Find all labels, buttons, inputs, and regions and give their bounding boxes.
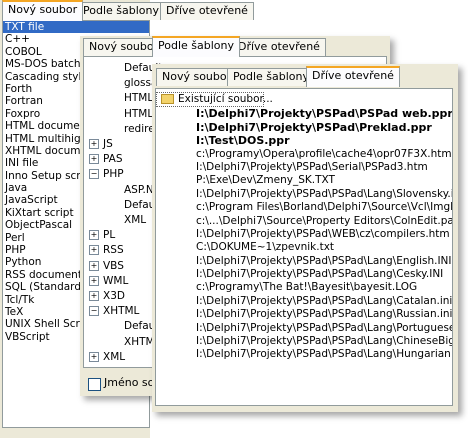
template-tree-label: XML: [103, 350, 126, 363]
expand-icon[interactable]: +: [89, 291, 99, 301]
tab-recent[interactable]: Dříve otevřené: [232, 38, 326, 56]
template-tree-node[interactable]: HTML: [124, 108, 153, 121]
expand-icon[interactable]: +: [89, 351, 99, 362]
template-tree-node[interactable]: + JS: [89, 138, 113, 151]
template-tree-label: JS: [103, 138, 113, 150]
template-tree-node[interactable]: + PAS: [89, 153, 123, 166]
tab-strip: Nový soubor Podle šablony Dříve otevřené: [0, 0, 254, 21]
template-tree-label: PAS: [103, 153, 123, 166]
collapse-icon[interactable]: −: [89, 169, 99, 180]
tab-new-file[interactable]: Nový soubor: [2, 0, 84, 21]
template-tree-node[interactable]: − XHTML: [89, 305, 139, 318]
template-tree-label: XHTML: [103, 305, 140, 318]
recent-file-item[interactable]: I:\Delphi7\Projekty\PSPad\Preklad.ppr: [176, 121, 452, 134]
template-tree-label: PHP: [103, 168, 124, 181]
recent-file-item[interactable]: I:\Delphi7\Projekty\PSPad\Serial\PSPad3.…: [176, 161, 452, 174]
recent-file-item[interactable]: I:\Delphi7\Projekty\PSPad\PSPad\Lang\Eng…: [176, 255, 452, 268]
filename-checkbox[interactable]: [88, 378, 101, 391]
expand-icon[interactable]: +: [89, 260, 99, 271]
tab-strip: Nový soubor Podle šablony Dříve otevřené: [152, 66, 458, 87]
tab-by-template[interactable]: Podle šablony: [77, 2, 165, 20]
recent-file-item[interactable]: c:\...\Delphi7\Source\Property Editors\C…: [176, 215, 452, 228]
template-tree-label: WML: [103, 274, 129, 287]
recent-files-list[interactable]: Existující soubor... I:\Delphi7\Projekty…: [155, 88, 453, 406]
template-tree-node[interactable]: XML: [124, 214, 146, 227]
template-tree-label: X3D: [103, 290, 125, 302]
recent-file-item[interactable]: I:\Delphi7\Projekty\PSPad\PSPad\Lang\Cat…: [176, 295, 452, 308]
template-tree-node[interactable]: − PHP: [89, 168, 124, 181]
template-tree-label: VBS: [103, 259, 124, 272]
template-tree-node[interactable]: + PL: [89, 229, 115, 242]
template-tree-label: PL: [103, 229, 116, 242]
template-tree-node[interactable]: + VBS: [89, 260, 124, 273]
template-tree-node[interactable]: + RSS: [89, 244, 124, 257]
tab-new-file[interactable]: Nový soubor: [156, 68, 238, 86]
window-recent-files: Nový soubor Podle šablony Dříve otevřené…: [152, 64, 458, 412]
recent-file-item[interactable]: C:\DOKUME~1\zpevnik.txt: [176, 241, 452, 254]
template-tree-label: RSS: [103, 244, 124, 257]
recent-file-item[interactable]: I:\Delphi7\Projekty\PSPad\PSPad\Lang\Por…: [176, 322, 452, 335]
recent-file-item[interactable]: I:\Delphi7\Projekty\PSPad\PSPad\Lang\Slo…: [176, 188, 452, 201]
collapse-icon[interactable]: −: [89, 306, 99, 317]
tab-recent[interactable]: Dříve otevřené: [306, 66, 400, 87]
template-tree-label: HTML: [124, 107, 154, 120]
template-tree-node[interactable]: + X3D: [89, 290, 125, 303]
tab-recent[interactable]: Dříve otevřené: [160, 2, 254, 20]
recent-file-item[interactable]: c:\Program Files\Borland\Delphi7\Source\…: [176, 201, 452, 214]
recent-file-item[interactable]: I:\Delphi7\Projekty\PSPad\PSPad\Lang\Chi…: [176, 335, 452, 348]
recent-file-item[interactable]: c:\Programy\Opera\profile\cache4\opr07F3…: [176, 148, 452, 161]
expand-icon[interactable]: +: [89, 275, 99, 286]
recent-file-item[interactable]: I:\Delphi7\Projekty\PSPad\WEB\cz\compile…: [176, 228, 452, 241]
recent-file-item[interactable]: c:\Programy\The Bat!\Bayesit\bayesit.LOG: [176, 281, 452, 294]
tab-by-template[interactable]: Podle šablony: [227, 68, 315, 86]
folder-open-icon: [161, 94, 174, 104]
expand-icon[interactable]: +: [89, 139, 99, 149]
template-tree-label: XML: [124, 214, 147, 226]
template-tree-node[interactable]: + XML: [89, 351, 125, 364]
template-tree-label: HTML: [124, 92, 154, 105]
expand-icon[interactable]: +: [89, 230, 99, 241]
tab-by-template[interactable]: Podle šablony: [152, 36, 240, 57]
recent-file-item[interactable]: I:\Test\DOS.ppr: [176, 134, 452, 147]
expand-icon[interactable]: +: [89, 154, 99, 165]
file-type-item[interactable]: TXT file: [3, 21, 149, 34]
recent-file-item[interactable]: I:\Delphi7\Projekty\PSPad\PSPad\Lang\Hun…: [176, 348, 452, 361]
template-tree-node[interactable]: + WML: [89, 275, 128, 288]
template-tree-node[interactable]: HTML: [124, 92, 153, 105]
recent-file-item[interactable]: I:\Delphi7\Projekty\PSPad\PSPad\Lang\Rus…: [176, 308, 452, 321]
recent-file-item[interactable]: P:\Exe\Dev\Zmeny_SK.TXT: [176, 174, 452, 187]
tab-strip: Nový soubor Podle šablony Dříve otevřené: [80, 36, 390, 57]
expand-icon[interactable]: +: [89, 245, 99, 256]
recent-file-item[interactable]: I:\Delphi7\Projekty\PSPad\PSPad\Lang\Ces…: [176, 268, 452, 281]
recent-file-item[interactable]: I:\Delphi7\Projekty\PSPad\PSPad web.ppr: [176, 107, 452, 120]
open-existing-file[interactable]: Existující soubor...: [156, 92, 273, 108]
